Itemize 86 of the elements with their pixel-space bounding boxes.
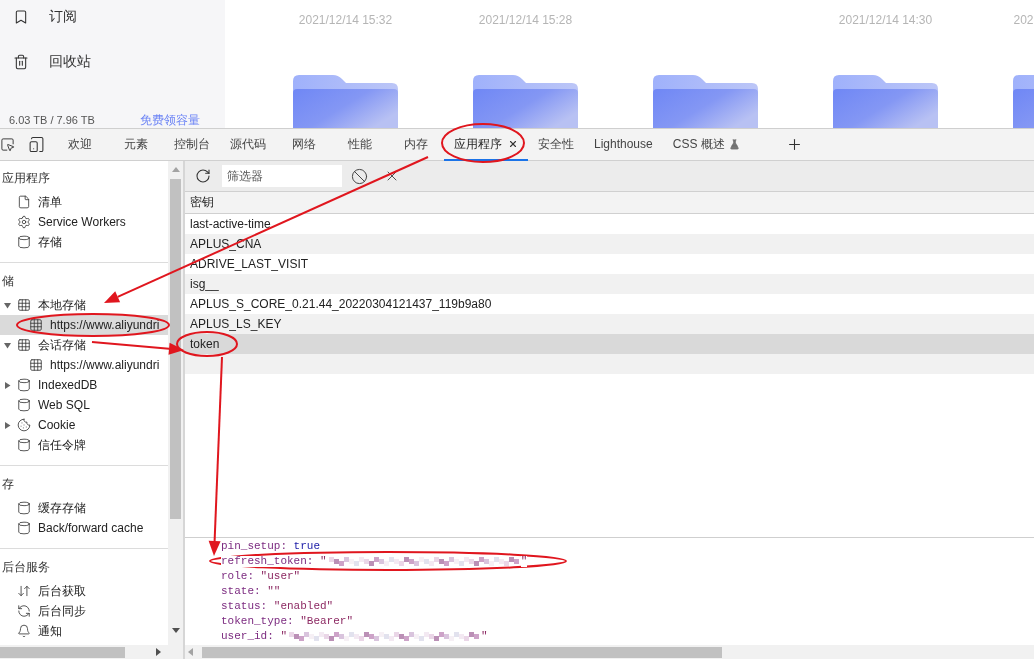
scrollbar-thumb[interactable] [202, 646, 722, 658]
section-header: 后台服务 [1, 559, 51, 576]
storage-row[interactable]: token [185, 334, 1034, 354]
folder-icon[interactable] [833, 75, 938, 128]
cylinder-icon [17, 378, 31, 392]
cylinder-icon [17, 235, 31, 249]
caret-right-icon[interactable] [4, 421, 11, 429]
property-key: user_id: [221, 631, 274, 642]
trash-icon [13, 54, 29, 70]
cylinder-icon [17, 398, 31, 412]
tab[interactable]: 安全性 [528, 129, 584, 161]
filter-field[interactable]: 筛选器 [222, 165, 342, 187]
tree-item[interactable]: 清单 [0, 192, 168, 212]
tab[interactable]: 元素 [108, 129, 164, 161]
file-date: 202 [1013, 13, 1034, 27]
grid-icon [17, 338, 31, 352]
grid-icon [17, 298, 31, 312]
property-line: token_type: "Bearer" [221, 614, 355, 629]
tree-item[interactable]: 存储 [0, 232, 168, 252]
scrollbar-thumb[interactable] [170, 179, 181, 519]
column-header: 密钥 [185, 192, 1034, 214]
bell-icon [17, 624, 31, 638]
arrow-down-icon[interactable] [171, 628, 180, 633]
nav-item[interactable]: 回收站 [0, 45, 225, 79]
inspect-icon[interactable] [0, 137, 15, 152]
property-line: status: "enabled" [221, 599, 335, 614]
property-line: state: "" [221, 584, 282, 599]
refresh-icon[interactable] [195, 168, 211, 184]
tree-item[interactable]: 缓存存储 [0, 498, 168, 518]
gear-icon [17, 215, 31, 229]
tree-item[interactable]: 后台同步 [0, 601, 168, 621]
caret-down-icon[interactable] [4, 301, 11, 309]
close-icon[interactable] [508, 139, 518, 149]
tab[interactable]: 网络 [276, 129, 332, 161]
block-icon[interactable] [351, 167, 368, 185]
folder-icon[interactable] [653, 75, 758, 128]
tree-item[interactable]: IndexedDB [0, 375, 168, 395]
grid-icon [29, 358, 43, 372]
tab[interactable]: 控制台 [164, 129, 220, 161]
tab[interactable]: Lighthouse [584, 129, 663, 161]
tree-item[interactable]: 后台获取 [0, 581, 168, 601]
grid-icon [29, 318, 43, 332]
tree-item[interactable]: 本地存储 [0, 295, 168, 315]
storage-row[interactable]: isg__ [185, 274, 1034, 294]
storage-usage: 6.03 TB / 7.96 TB [9, 114, 95, 126]
file-date: 2021/12/14 15:28 [478, 13, 573, 27]
caret-down-icon[interactable] [4, 341, 11, 349]
tab[interactable]: 源代码 [220, 129, 276, 161]
tree-item[interactable]: Cookie [0, 415, 168, 435]
caret-right-icon[interactable] [4, 381, 11, 389]
section-header: 应用程序 [1, 170, 51, 187]
tab[interactable]: CSS 概述 [662, 129, 750, 161]
folder-icon[interactable] [293, 75, 398, 128]
tree-item[interactable]: Service Workers [0, 212, 168, 232]
tree-item[interactable]: Web SQL [0, 395, 168, 415]
scrollbar-thumb[interactable] [0, 646, 125, 658]
section-header: 储 [1, 273, 15, 290]
file-icon [17, 195, 31, 209]
tree-item[interactable]: 通知 [0, 621, 168, 641]
property-line: pin_setup: true [221, 539, 321, 554]
property-line: role: "user" [221, 569, 302, 584]
quote-mark: " [520, 556, 528, 567]
annotation-ellipse [176, 331, 238, 357]
up-down-arrows-icon [17, 584, 31, 598]
nav-item[interactable]: 订阅 [0, 0, 225, 34]
cookie-icon [17, 418, 31, 432]
file-date: 2021/12/14 15:32 [298, 13, 393, 27]
tab[interactable]: 欢迎 [52, 129, 108, 161]
tree-item[interactable]: https://www.aliyundri [0, 355, 168, 375]
tree-item[interactable]: 信任令牌 [0, 435, 168, 455]
sync-icon [17, 604, 31, 618]
tab[interactable]: 性能 [332, 129, 388, 161]
tree-item[interactable]: 会话存储 [0, 335, 168, 355]
bookmark-icon [13, 9, 29, 25]
cylinder-icon [17, 438, 31, 452]
tree-item[interactable]: Back/forward cache [0, 518, 168, 538]
property-key: refresh_token: [221, 556, 314, 567]
section-header: 存 [1, 476, 15, 493]
arrow-right-icon[interactable] [156, 648, 161, 656]
cylinder-icon [17, 521, 31, 535]
folder-icon[interactable] [473, 75, 578, 128]
file-date: 2021/12/14 14:30 [838, 13, 933, 27]
tab[interactable]: 内存 [388, 129, 444, 161]
cylinder-icon [17, 501, 31, 515]
device-icon[interactable] [28, 136, 45, 153]
storage-row[interactable]: APLUS_LS_KEY [185, 314, 1034, 334]
